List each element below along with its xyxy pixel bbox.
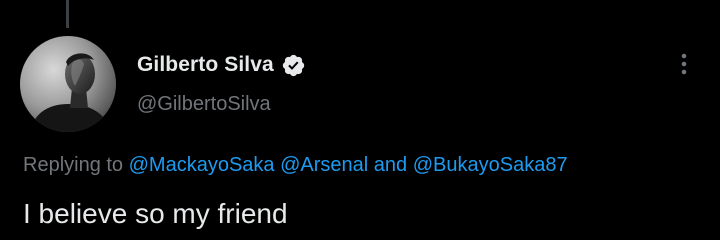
author-block: Gilberto Silva @GilbertoSilva [137,50,660,116]
author-display-name[interactable]: Gilberto Silva [137,53,274,77]
mention-connector[interactable]: and [374,154,407,176]
avatar-photo [20,36,116,132]
verified-badge-icon [281,53,306,78]
tweet-text: I believe so my friend [23,198,288,229]
mention-link-bukayosaka87[interactable]: @BukayoSaka87 [413,154,568,176]
replying-to-label: Replying to [23,154,124,176]
tweet: Gilberto Silva @GilbertoSilva Replying t… [0,0,720,240]
author-name-row: Gilberto Silva [137,50,660,80]
more-options-icon[interactable] [674,50,694,78]
thread-connector-line [66,0,69,28]
mention-link-mackayosaka[interactable]: @MackayoSaka [129,154,275,176]
avatar[interactable] [20,36,116,132]
author-handle[interactable]: @GilbertoSilva [137,92,660,116]
mention-link-arsenal[interactable]: @Arsenal [280,154,368,176]
replying-to-line: Replying to @MackayoSaka @Arsenal and @B… [23,152,568,178]
